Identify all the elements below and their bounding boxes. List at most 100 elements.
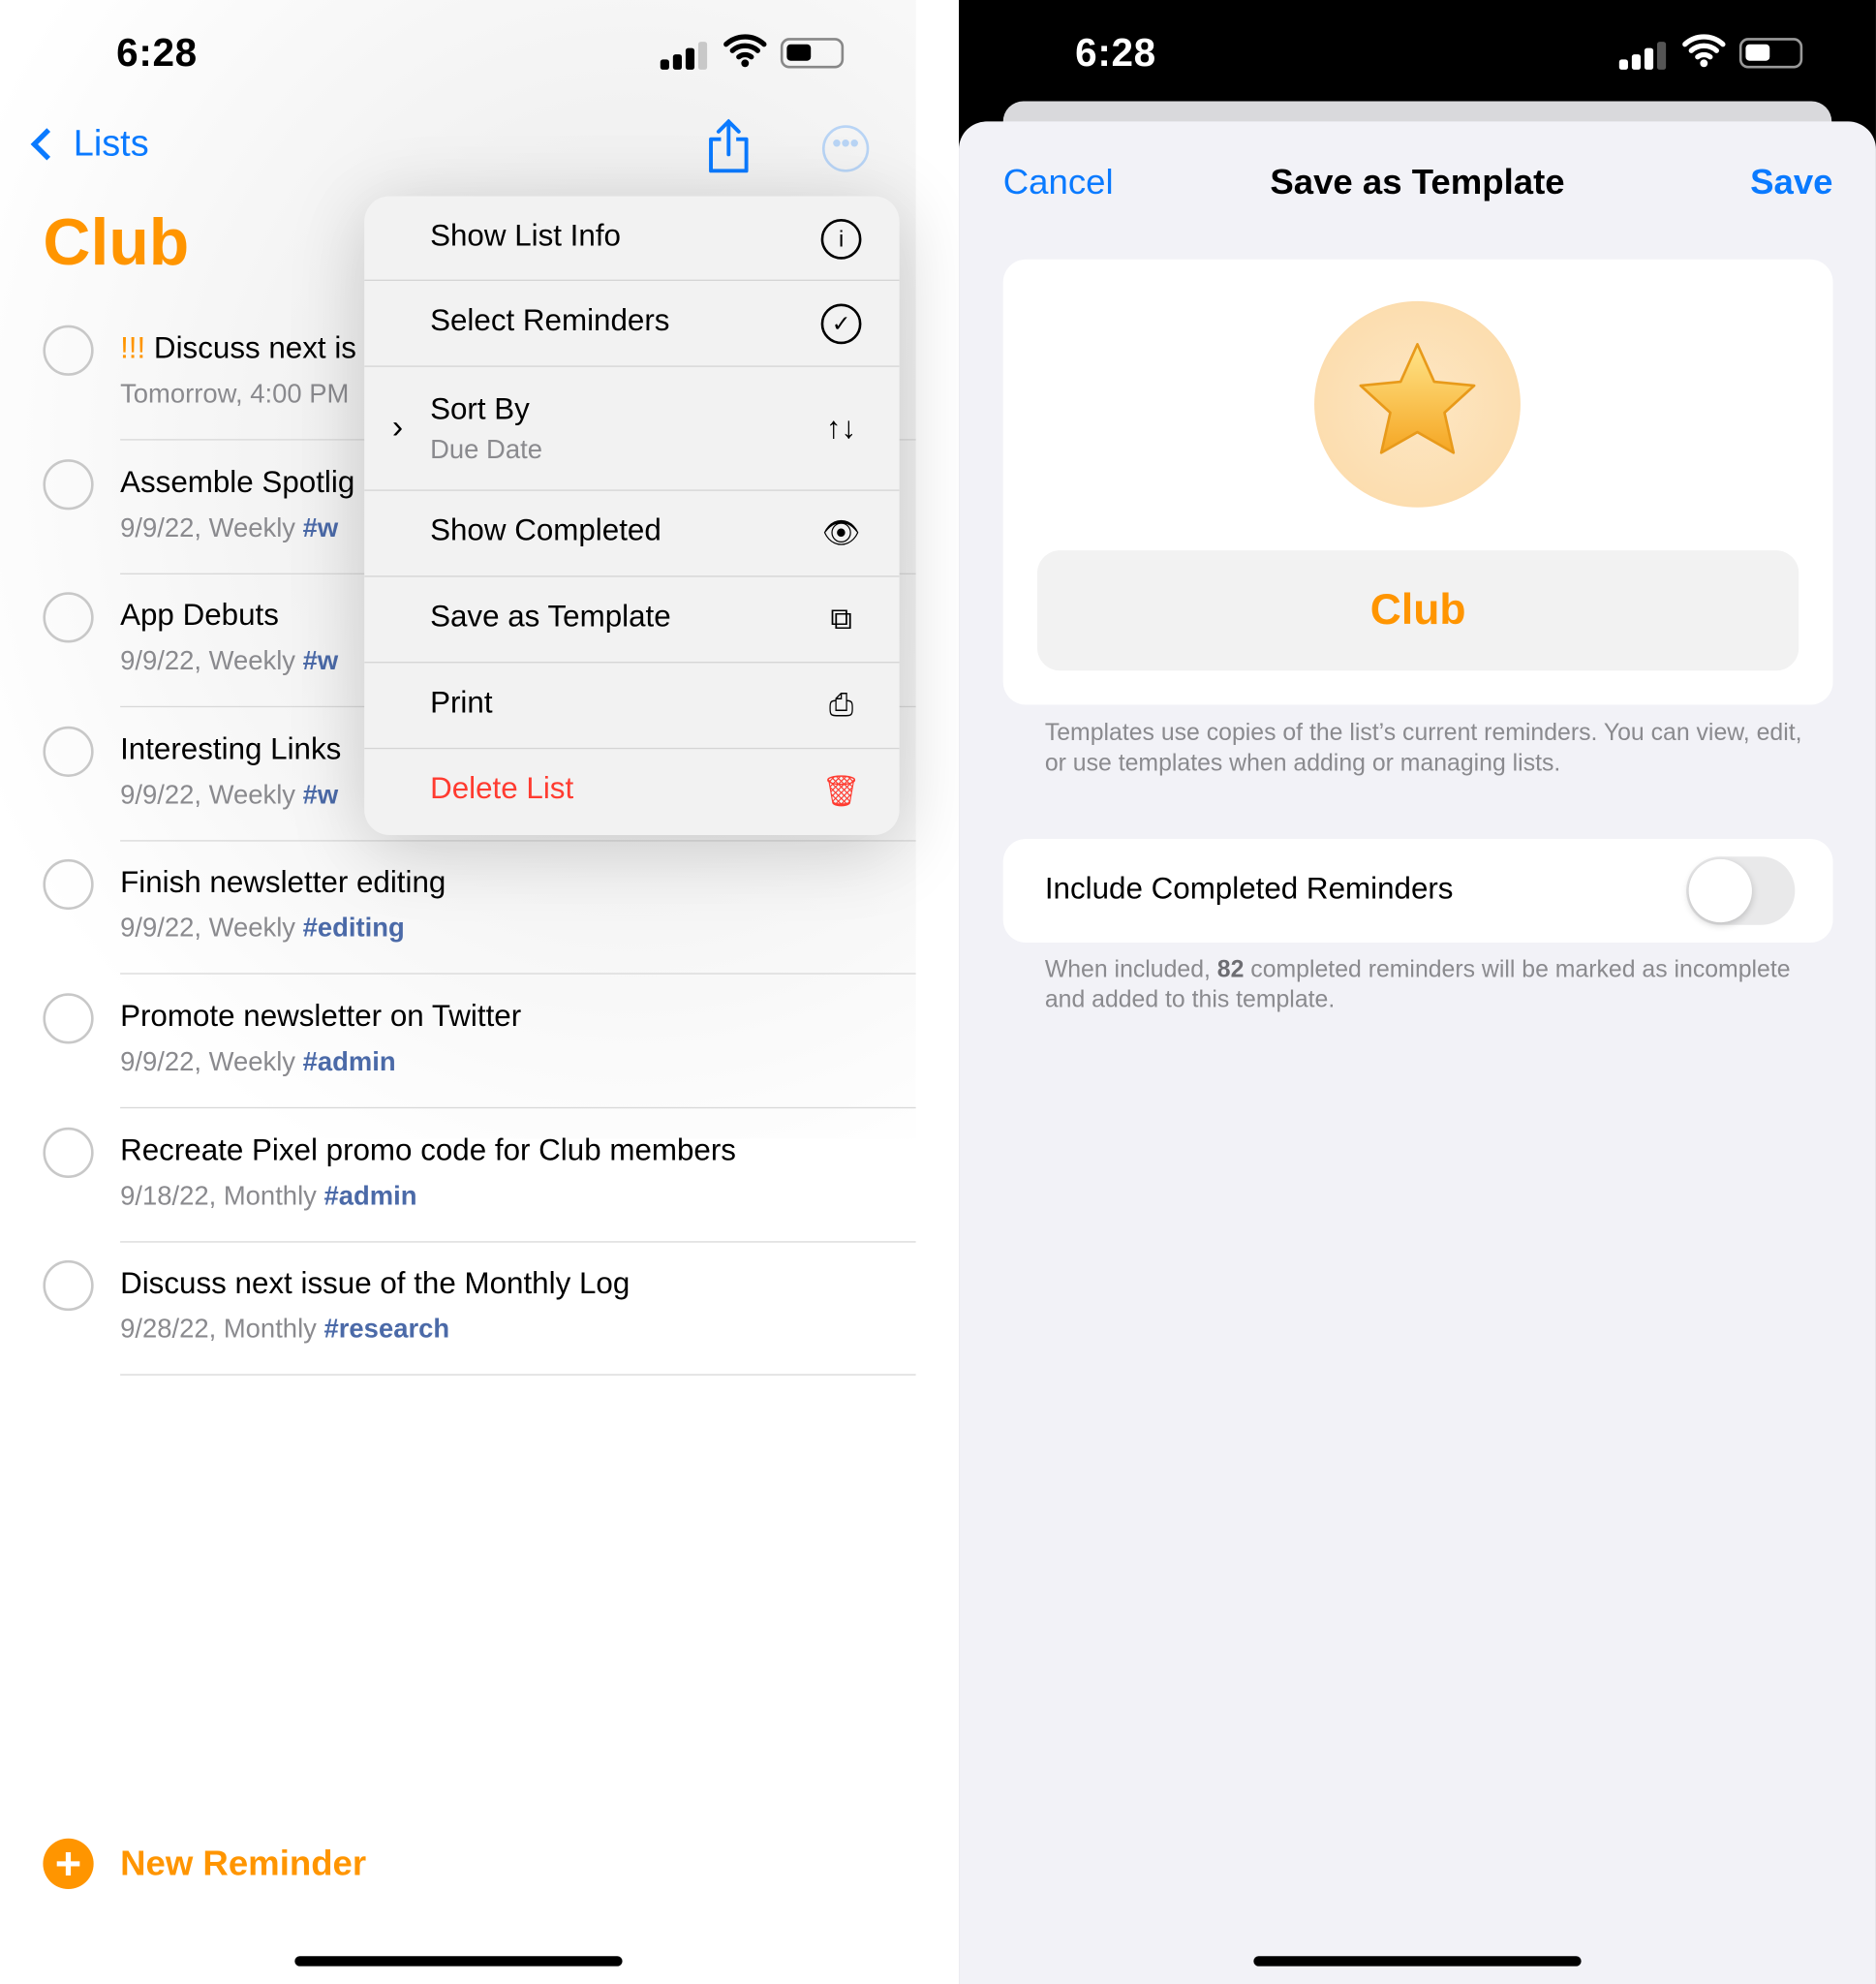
chevron-right-icon: › [391, 407, 404, 446]
plus-square-on-square-icon: ⧉ [830, 602, 852, 636]
menu-item-label: Select Reminders [430, 303, 670, 338]
template-sheet: Cancel Save as Template Save Club Templa… [959, 121, 1876, 1984]
reminder-tag[interactable]: #admin [303, 1047, 396, 1076]
row-divider [120, 1240, 916, 1243]
reminder-tag[interactable]: #w [303, 781, 339, 810]
back-label: Lists [73, 123, 149, 165]
reminder-title: Discuss next issue of the Monthly Log [120, 1266, 630, 1301]
reminder-row[interactable]: Promote newsletter on Twitter 9/9/22, We… [0, 985, 916, 1119]
reminder-row[interactable]: Recreate Pixel promo code for Club membe… [0, 1119, 916, 1253]
row-divider [120, 1374, 916, 1376]
complete-checkbox[interactable] [43, 859, 94, 911]
menu-item-print[interactable]: Print ⎙ [364, 663, 900, 750]
back-button[interactable]: Lists [25, 124, 149, 166]
menu-item-label: Show List Info [430, 218, 621, 254]
menu-item-label: Delete List [430, 771, 574, 806]
priority-marker: !!! [120, 331, 146, 366]
menu-item-sort-by[interactable]: Sort By Due Date › ↑↓ [364, 367, 900, 491]
battery-icon [780, 38, 845, 69]
star-icon [1359, 343, 1476, 454]
reminder-title: Discuss next is [153, 331, 356, 366]
template-name-field[interactable]: Club [1037, 550, 1799, 671]
reminder-title: App Debuts [120, 599, 279, 634]
reminder-date: 9/9/22, Weekly [120, 512, 296, 542]
template-card: Club [1002, 259, 1833, 705]
reminders-list-screen: 6:28 Lists ••• Club !!! Discuss next is … [0, 0, 960, 1984]
reminder-title: Recreate Pixel promo code for Club membe… [120, 1132, 736, 1167]
complete-checkbox[interactable] [43, 993, 94, 1044]
status-time: 6:28 [1075, 30, 1156, 76]
reminder-date: Tomorrow, 4:00 PM [120, 379, 350, 409]
status-time: 6:28 [116, 30, 198, 76]
menu-item-sublabel: Due Date [430, 435, 542, 465]
reminder-title: Assemble Spotlig [120, 465, 355, 500]
menu-item-save-as-template[interactable]: Save as Template ⧉ [364, 577, 900, 664]
reminder-date: 9/9/22, Weekly [120, 780, 296, 810]
menu-item-select-reminders[interactable]: Select Reminders ✓ [364, 281, 900, 367]
complete-checkbox[interactable] [43, 592, 94, 643]
reminder-date: 9/9/22, Weekly [120, 1047, 296, 1077]
list-title: Club [43, 205, 190, 280]
toggle-knob [1688, 858, 1752, 923]
cellular-signal-icon [660, 42, 709, 70]
reminder-title: Interesting Links [120, 731, 342, 767]
printer-icon: ⎙ [829, 688, 854, 723]
complete-checkbox[interactable] [43, 458, 94, 510]
reminder-tag[interactable]: #w [303, 513, 339, 542]
list-icon-button[interactable] [1314, 300, 1521, 508]
reminder-date: 9/28/22, Monthly [120, 1315, 317, 1345]
battery-icon [1738, 38, 1803, 69]
ellipsis-circle-icon[interactable]: ••• [821, 125, 870, 172]
wifi-icon [723, 33, 767, 78]
plus-circle-icon[interactable]: + [43, 1838, 94, 1890]
template-footer-note: Templates use copies of the list’s curre… [1044, 720, 1802, 777]
reminder-tag[interactable]: #research [324, 1315, 450, 1344]
save-template-screen: 6:28 Cancel Save as Template Save Club T… [959, 0, 1876, 1984]
sheet-title: Save as Template [1270, 162, 1565, 202]
include-completed-row: Include Completed Reminders [1002, 838, 1833, 944]
cellular-signal-icon [1618, 42, 1668, 70]
complete-checkbox[interactable] [43, 325, 94, 376]
menu-item-show-list-info[interactable]: Show List Info i [364, 196, 900, 281]
reminder-date: 9/9/22, Weekly [120, 646, 296, 676]
share-icon[interactable] [706, 118, 752, 181]
footer-text: When included, [1044, 956, 1217, 983]
menu-item-label: Print [430, 685, 493, 721]
complete-checkbox[interactable] [43, 1260, 94, 1312]
row-divider [120, 973, 916, 976]
include-completed-toggle[interactable] [1686, 856, 1796, 925]
menu-item-show-completed[interactable]: Show Completed 👁 [364, 491, 900, 577]
sort-arrows-icon: ↑↓ [825, 411, 857, 446]
save-button[interactable]: Save [1750, 162, 1832, 202]
complete-checkbox[interactable] [43, 726, 94, 777]
reminder-tag[interactable]: #w [303, 647, 339, 676]
reminder-tag[interactable]: #editing [303, 914, 405, 944]
reminder-title: Promote newsletter on Twitter [120, 999, 522, 1035]
completed-count: 82 [1216, 956, 1245, 983]
menu-item-label: Sort By [430, 391, 530, 427]
complete-checkbox[interactable] [43, 1127, 94, 1178]
reminder-row[interactable]: Finish newsletter editing 9/9/22, Weekly… [0, 852, 916, 986]
info-circle-icon: i [820, 218, 862, 260]
chevron-left-icon [30, 128, 63, 161]
eye-icon: 👁 [821, 515, 861, 551]
list-options-menu: Show List Info i Select Reminders ✓ Sort By D… [364, 196, 900, 836]
include-completed-label: Include Completed Reminders [1044, 871, 1454, 907]
reminder-row[interactable]: Discuss next issue of the Monthly Log 9/… [0, 1253, 916, 1386]
menu-item-label: Save as Template [430, 600, 671, 635]
menu-item-label: Show Completed [430, 513, 661, 548]
wifi-icon [1682, 33, 1726, 75]
home-indicator [1253, 1956, 1582, 1967]
row-divider [120, 839, 916, 842]
reminder-date: 9/18/22, Monthly [120, 1181, 317, 1211]
reminder-tag[interactable]: #admin [324, 1181, 417, 1210]
new-reminder-button[interactable]: New Reminder [120, 1844, 366, 1884]
checkmark-circle-icon: ✓ [820, 303, 862, 345]
row-divider [120, 1106, 916, 1109]
trash-icon: 🗑 [821, 774, 861, 809]
reminder-date: 9/9/22, Weekly [120, 914, 296, 944]
include-completed-footer: When included, 82 completed reminders wi… [1045, 955, 1804, 1016]
reminder-title: Finish newsletter editing [120, 865, 446, 901]
home-indicator [294, 1956, 623, 1967]
menu-item-delete-list[interactable]: Delete List 🗑 [364, 749, 899, 835]
